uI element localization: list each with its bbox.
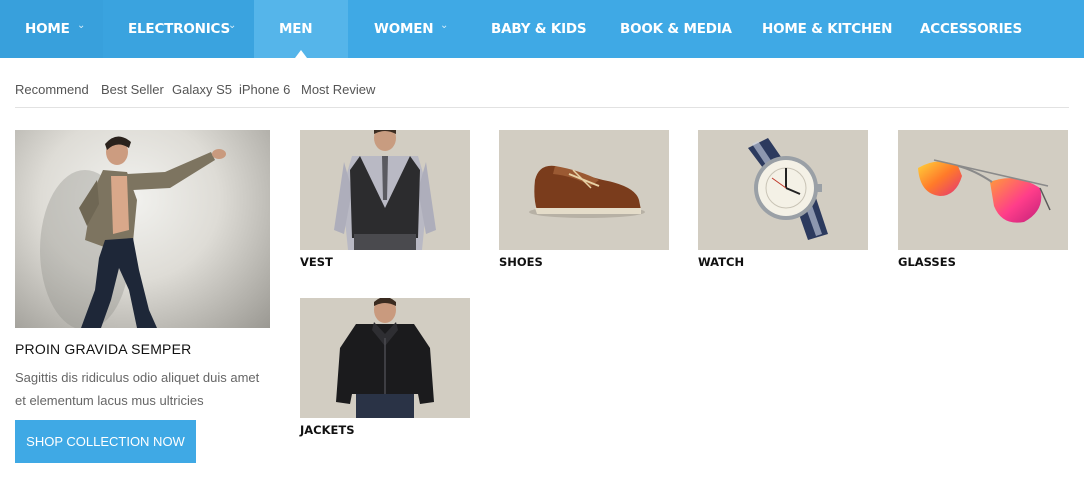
product-label-vest[interactable]: VEST	[300, 255, 333, 269]
product-image-vest[interactable]	[300, 130, 470, 250]
shop-collection-button[interactable]: SHOP COLLECTION NOW	[15, 420, 196, 463]
nav-item-accessories[interactable]: ACCESSORIES	[902, 0, 1042, 58]
divider	[15, 107, 1069, 108]
nav-item-label: HOME & KITCHEN	[762, 21, 893, 37]
product-image-glasses[interactable]	[898, 130, 1068, 250]
subtab-recommend[interactable]: Recommend	[15, 82, 89, 97]
product-label-watch[interactable]: WATCH	[698, 255, 744, 269]
chevron-down-icon: ⌄	[228, 20, 237, 31]
nav-item-label: BABY & KIDS	[491, 21, 587, 37]
nav-item-home-kitchen[interactable]: HOME & KITCHEN	[742, 0, 902, 58]
nav-item-women[interactable]: WOMEN ⌄	[348, 0, 473, 58]
product-image-shoes[interactable]	[499, 130, 669, 250]
active-indicator	[295, 50, 307, 58]
chevron-down-icon: ⌄	[440, 20, 449, 31]
feature-description: Sagittis dis ridiculus odio aliquet duis…	[15, 370, 260, 408]
nav-item-label: HOME	[25, 21, 70, 37]
nav-item-label: ELECTRONICS	[128, 21, 231, 37]
product-label-shoes[interactable]: SHOES	[499, 255, 543, 269]
chevron-down-icon: ⌄	[77, 20, 86, 31]
nav-item-label: MEN	[279, 21, 313, 37]
product-image-watch[interactable]	[698, 130, 868, 250]
feature-title: PROIN GRAVIDA SEMPER	[15, 341, 192, 357]
nav-item-label: WOMEN	[374, 21, 434, 37]
product-image-jackets[interactable]	[300, 298, 470, 418]
subtab-best-seller[interactable]: Best Seller	[101, 82, 164, 97]
nav-item-baby-kids[interactable]: BABY & KIDS	[473, 0, 598, 58]
subtab-iphone-6[interactable]: iPhone 6	[239, 82, 290, 97]
product-label-glasses[interactable]: GLASSES	[898, 255, 956, 269]
nav-item-label: BOOK & MEDIA	[620, 21, 732, 37]
nav-item-home[interactable]: HOME ⌄	[0, 0, 103, 58]
nav-item-book-media[interactable]: BOOK & MEDIA	[600, 0, 740, 58]
main-nav: HOME ⌄ ELECTRONICS ⌄ MEN WOMEN ⌄ BABY & …	[0, 0, 1084, 58]
subtab-most-review[interactable]: Most Review	[301, 82, 375, 97]
nav-item-electronics[interactable]: ELECTRONICS ⌄	[103, 0, 254, 58]
feature-model-image[interactable]	[15, 130, 270, 328]
nav-item-label: ACCESSORIES	[920, 21, 1022, 37]
product-label-jackets[interactable]: JACKETS	[300, 423, 355, 437]
subtab-galaxy-s5[interactable]: Galaxy S5	[172, 82, 232, 97]
